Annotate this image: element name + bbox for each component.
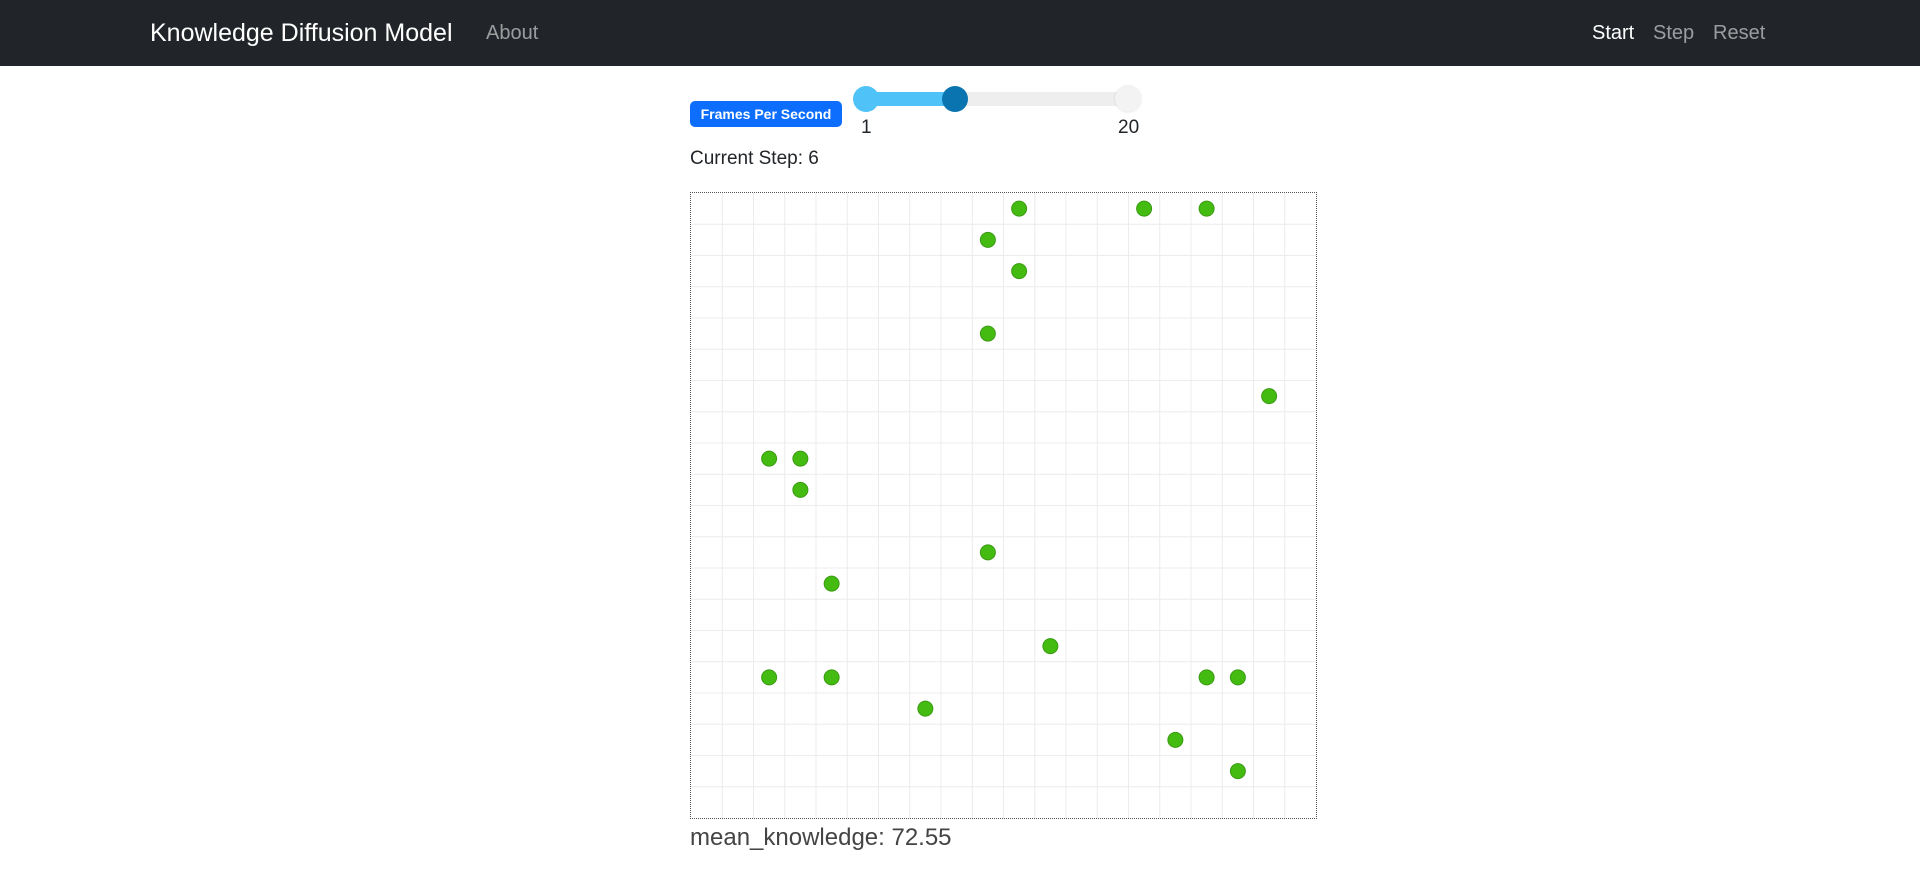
agent-dot	[823, 669, 840, 686]
agent-dot	[1198, 200, 1215, 217]
fps-slider-handle[interactable]	[942, 86, 969, 112]
current-step-value: 6	[808, 148, 819, 169]
agent-dot	[792, 450, 809, 467]
mean-knowledge-label: mean_knowledge:	[690, 824, 892, 851]
mean-knowledge-value: 72.55	[891, 824, 952, 851]
agent-dot	[761, 450, 778, 467]
step-button[interactable]: Step	[1653, 21, 1694, 45]
agent-dot	[1042, 638, 1059, 655]
fps-label-badge: Frames Per Second	[690, 101, 842, 127]
fps-slider-track[interactable]	[866, 92, 1128, 106]
fps-slider-max-label: 20	[1118, 117, 1140, 138]
agent-dot	[979, 325, 996, 342]
fps-slider-min-handle	[853, 86, 879, 112]
nav-about-link[interactable]: About	[486, 21, 538, 45]
simulation-grid[interactable]	[690, 192, 1317, 819]
agent-dot	[761, 669, 778, 686]
start-button[interactable]: Start	[1592, 21, 1634, 45]
agent-dot	[1229, 763, 1246, 780]
current-step-label: Current Step:	[690, 148, 809, 169]
reset-button[interactable]: Reset	[1713, 21, 1765, 45]
agent-dot	[1229, 669, 1246, 686]
agent-dot	[917, 700, 934, 717]
fps-slider-max-handle	[1115, 86, 1141, 112]
agent-dot	[1011, 200, 1028, 217]
agent-dot	[1136, 200, 1153, 217]
navbar: Knowledge Diffusion Model About Start St…	[0, 0, 1920, 66]
agent-dot	[1167, 731, 1184, 748]
brand-title[interactable]: Knowledge Diffusion Model	[150, 17, 453, 49]
current-step-readout: Current Step: 6	[690, 148, 819, 170]
agent-dot	[1261, 388, 1278, 405]
agent-dot	[823, 575, 840, 592]
fps-slider-min-label: 1	[861, 117, 872, 138]
agent-dot	[1011, 263, 1028, 280]
agent-dot	[792, 481, 809, 498]
agent-dot	[979, 544, 996, 561]
mean-knowledge-readout: mean_knowledge: 72.55	[690, 823, 952, 853]
grid-svg	[691, 193, 1316, 818]
agent-dot	[1198, 669, 1215, 686]
agent-dot	[979, 231, 996, 248]
